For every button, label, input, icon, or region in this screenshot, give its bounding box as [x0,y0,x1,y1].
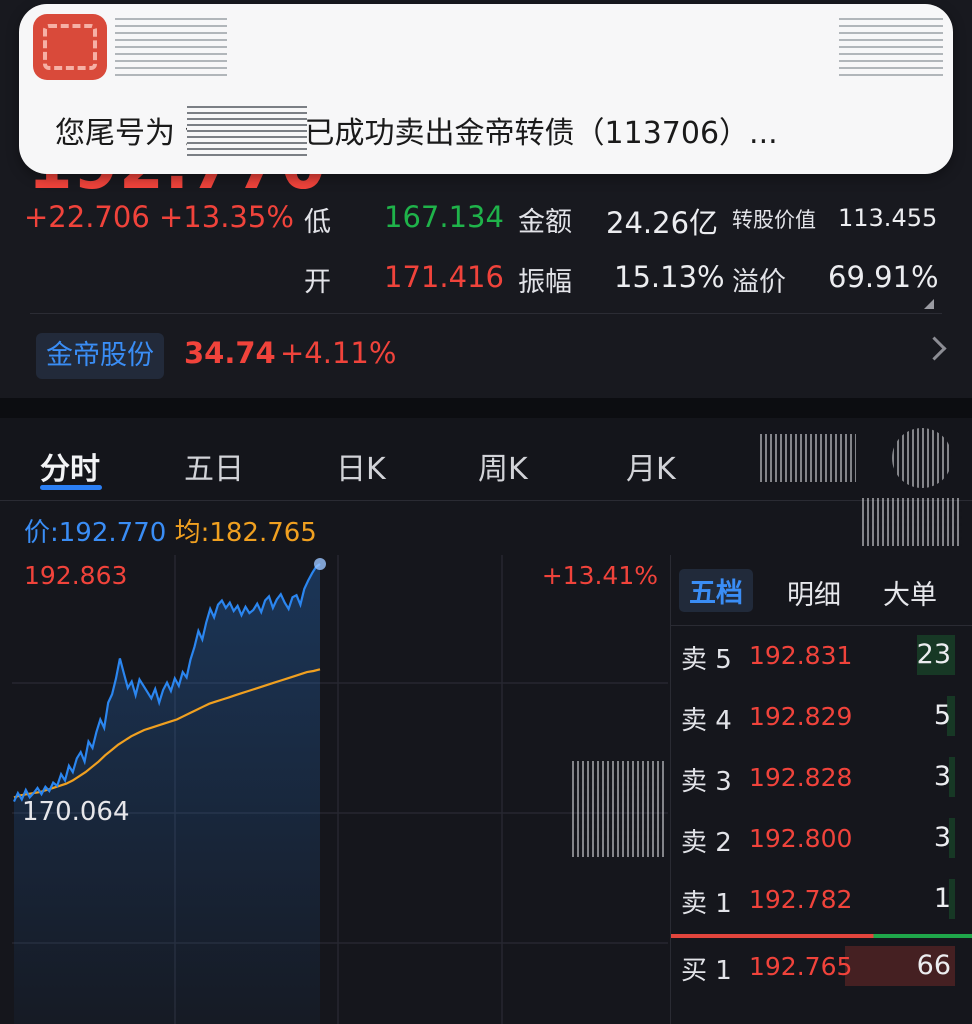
change-value: +22.706 [24,200,150,234]
divider [30,313,942,314]
tab-five-levels[interactable]: 五档 [679,569,753,612]
notification-text: 您尾号为 资金账号已成功卖出金帝转债（113706）... [55,116,778,151]
landscape-toggle-icon[interactable] [862,498,962,546]
order-level-volume: 23 [916,639,951,670]
avg-value: 182.765 [209,518,317,548]
order-level-label: 卖 4 [681,706,732,736]
chart-high-label: 192.863 [24,561,128,590]
settings-icon[interactable] [892,428,952,488]
price-change: +22.706 +13.35% [24,200,294,234]
more-tabs-blurred[interactable] [760,434,856,482]
stat-value-amount: 24.26亿 [606,206,719,240]
expand-triangle-icon[interactable] [924,299,934,309]
order-book-tabs: 五档 明细 大单 [671,555,972,626]
order-level-price: 192.800 [749,824,853,853]
notification-banner[interactable]: 您尾号为 资金账号已成功卖出金帝转债（113706）... [19,4,953,174]
order-level-price: 192.765 [749,952,853,981]
order-level-volume: 3 [933,761,951,792]
price-label: 价: [24,518,59,548]
order-level-volume: 5 [933,700,951,731]
app-icon [33,14,107,80]
order-level-price: 192.782 [749,885,853,914]
stat-label-premium: 溢价 [732,267,786,298]
order-level-price: 192.831 [749,641,853,670]
last-price-dot [314,557,326,570]
avg-label: 均: [174,518,210,548]
stat-value-open: 171.416 [384,260,504,294]
order-book-row[interactable]: 买 1 192.765 66 [671,938,972,996]
order-book-row[interactable]: 卖 1 192.782 1 [671,871,972,929]
order-book-row[interactable]: 卖 5 192.831 23 [671,627,972,685]
price-value: 192.770 [58,518,167,548]
underlying-stock-change: +4.11% [280,336,397,370]
current-price-readout: 价:192.770 [24,518,166,548]
order-level-label: 卖 2 [681,828,732,858]
tab-monthly-k[interactable]: 月K [626,444,676,488]
crosshair-widget-blurred[interactable] [572,761,664,857]
order-level-volume: 3 [933,822,951,853]
order-level-label: 卖 5 [681,645,732,675]
stat-label-low: 低 [304,207,331,238]
stat-value-conversion-value: 113.455 [838,204,938,232]
intraday-chart-canvas [12,555,668,1024]
stat-value-low: 167.134 [384,200,504,234]
price-area [14,564,320,1024]
tab-daily-k[interactable]: 日K [336,444,386,488]
chart-tabs: 分时 五日 日K 周K 月K [0,418,972,501]
tab-details[interactable]: 明细 [787,573,841,612]
order-level-label: 买 1 [681,956,732,986]
chart-high-percent: +13.41% [541,561,658,590]
order-book-row[interactable]: 卖 4 192.829 5 [671,688,972,746]
order-level-volume: 66 [916,950,951,981]
order-level-price: 192.829 [749,702,853,731]
tab-intraday[interactable]: 分时 [40,444,100,488]
account-number-mask [187,106,307,156]
section-gap [0,398,972,418]
change-percent: +13.35% [159,200,294,234]
average-price-readout: 均:182.765 [175,518,317,548]
chart-low-label: 170.064 [22,797,130,827]
tab-weekly-k[interactable]: 周K [478,444,528,488]
chevron-right-icon[interactable] [922,336,947,361]
order-book: 五档 明细 大单 卖 5 192.831 23 卖 4 192.829 5 卖 3 192.8… [670,555,972,1024]
order-level-label: 卖 1 [681,889,732,919]
order-level-label: 卖 3 [681,767,732,797]
stat-value-premium: 69.91% [828,260,939,294]
order-book-row[interactable]: 卖 2 192.800 3 [671,810,972,868]
buy-sell-ratio-bar [671,934,972,938]
active-tab-indicator [40,485,102,490]
stat-label-amount: 金额 [518,207,572,238]
stat-label-amplitude: 振幅 [518,267,572,298]
underlying-stock-price: 34.74 [184,336,276,370]
stat-label-open: 开 [304,267,331,298]
notification-sender-blurred [115,18,227,76]
tab-five-day[interactable]: 五日 [184,444,244,488]
order-level-volume: 1 [933,883,951,914]
price-average-readout: 价:192.770 均:182.765 [24,512,317,549]
stat-value-amplitude: 15.13% [614,260,725,294]
underlying-stock-badge[interactable]: 金帝股份 [36,333,164,379]
tab-large-orders[interactable]: 大单 [883,573,937,612]
notification-time-blurred [839,18,943,76]
order-book-row[interactable]: 卖 3 192.828 3 [671,749,972,807]
order-level-price: 192.828 [749,763,853,792]
intraday-chart[interactable]: 192.863 +13.41% 170.064 [12,555,668,1024]
stat-label-conversion-value: 转股价值 [732,208,816,232]
